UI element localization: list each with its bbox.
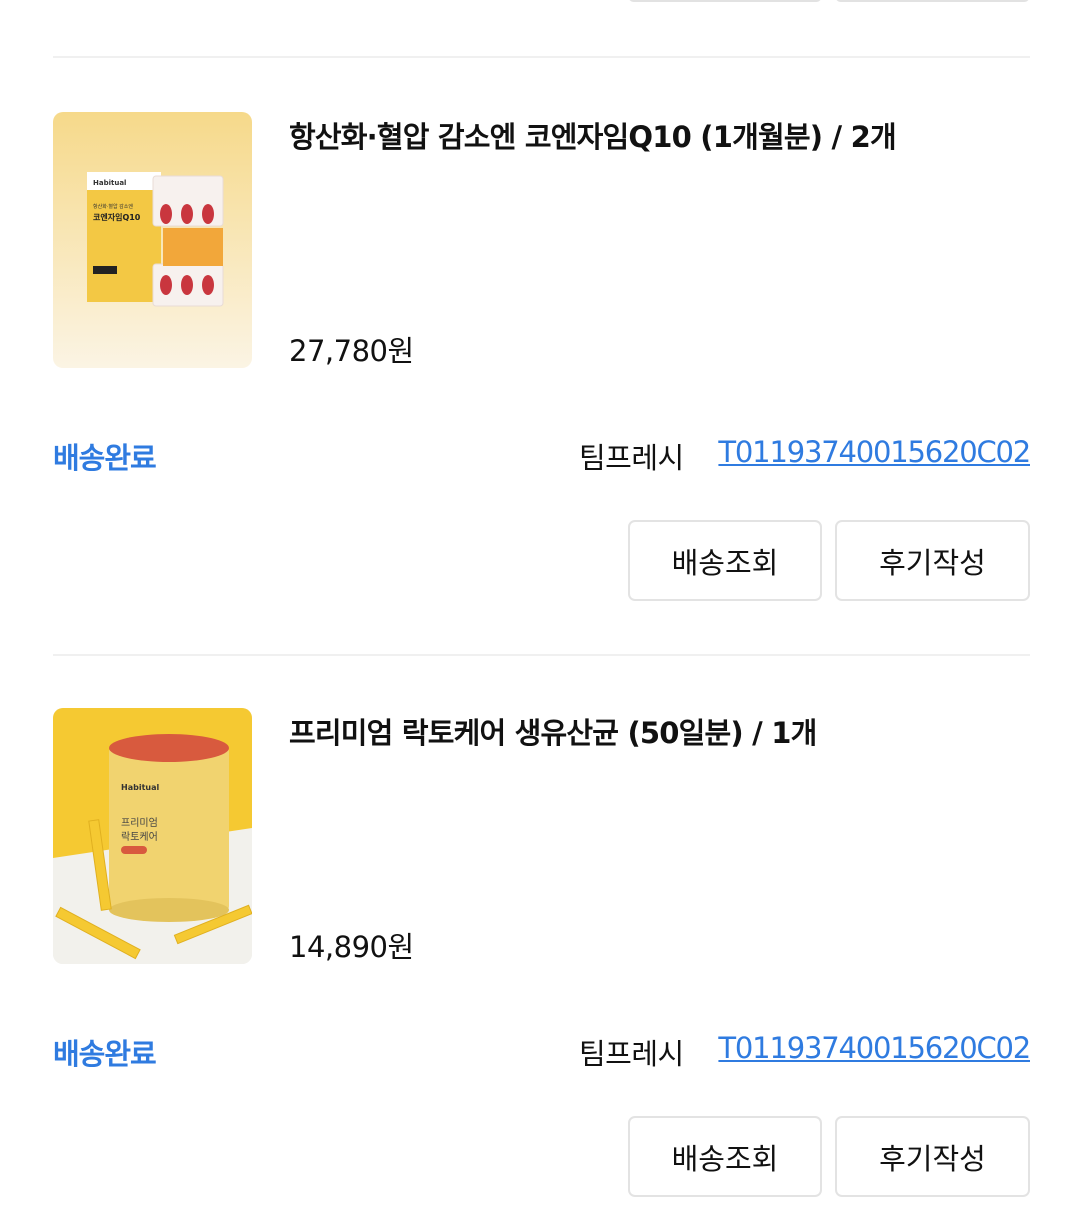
product-price: 27,780원 [289, 334, 414, 368]
carrier-name: 팀프레시 [579, 1037, 684, 1071]
canister-name-line2: 락토케어 [121, 831, 158, 843]
box-name-text: 코엔자임Q10 [93, 212, 141, 222]
track-delivery-button[interactable]: 배송조회 [628, 520, 822, 601]
prev-track-button[interactable] [628, 0, 822, 2]
divider [53, 654, 1030, 656]
order-item: Habitual 항산화·혈압 감소엔 코엔자임Q10 항산화·혈압 감소엔 코… [53, 112, 1031, 602]
tracking-number-link[interactable]: T01193740015620C02 [718, 435, 1031, 469]
box-brand-text: Habitual [93, 179, 126, 187]
product-title[interactable]: 프리미엄 락토케어 생유산균 (50일분) / 1개 [289, 710, 817, 752]
box-subtitle-text: 항산화·혈압 감소엔 [93, 203, 133, 210]
track-delivery-button[interactable]: 배송조회 [628, 1116, 822, 1197]
delivery-status: 배송완료 [53, 1037, 157, 1071]
order-item: Habitual 프리미엄 락토케어 프리미엄 락토케어 생유산균 (50일분)… [53, 708, 1031, 1198]
prev-review-button[interactable] [835, 0, 1030, 2]
canister-brand-text: Habitual [121, 783, 159, 792]
canister-name-line1: 프리미엄 [121, 817, 158, 829]
tracking-number-link[interactable]: T01193740015620C02 [718, 1031, 1031, 1065]
order-list-page: Habitual 항산화·혈압 감소엔 코엔자임Q10 항산화·혈압 감소엔 코… [0, 0, 1080, 1213]
product-image[interactable]: Habitual 프리미엄 락토케어 [53, 708, 252, 964]
divider [53, 56, 1030, 58]
write-review-button[interactable]: 후기작성 [835, 520, 1030, 601]
write-review-button[interactable]: 후기작성 [835, 1116, 1030, 1197]
carrier-name: 팀프레시 [579, 441, 684, 475]
product-title[interactable]: 항산화·혈압 감소엔 코엔자임Q10 (1개월분) / 2개 [289, 114, 897, 156]
product-image[interactable]: Habitual 항산화·혈압 감소엔 코엔자임Q10 [53, 112, 252, 368]
delivery-status: 배송완료 [53, 441, 157, 475]
product-price: 14,890원 [289, 930, 414, 964]
